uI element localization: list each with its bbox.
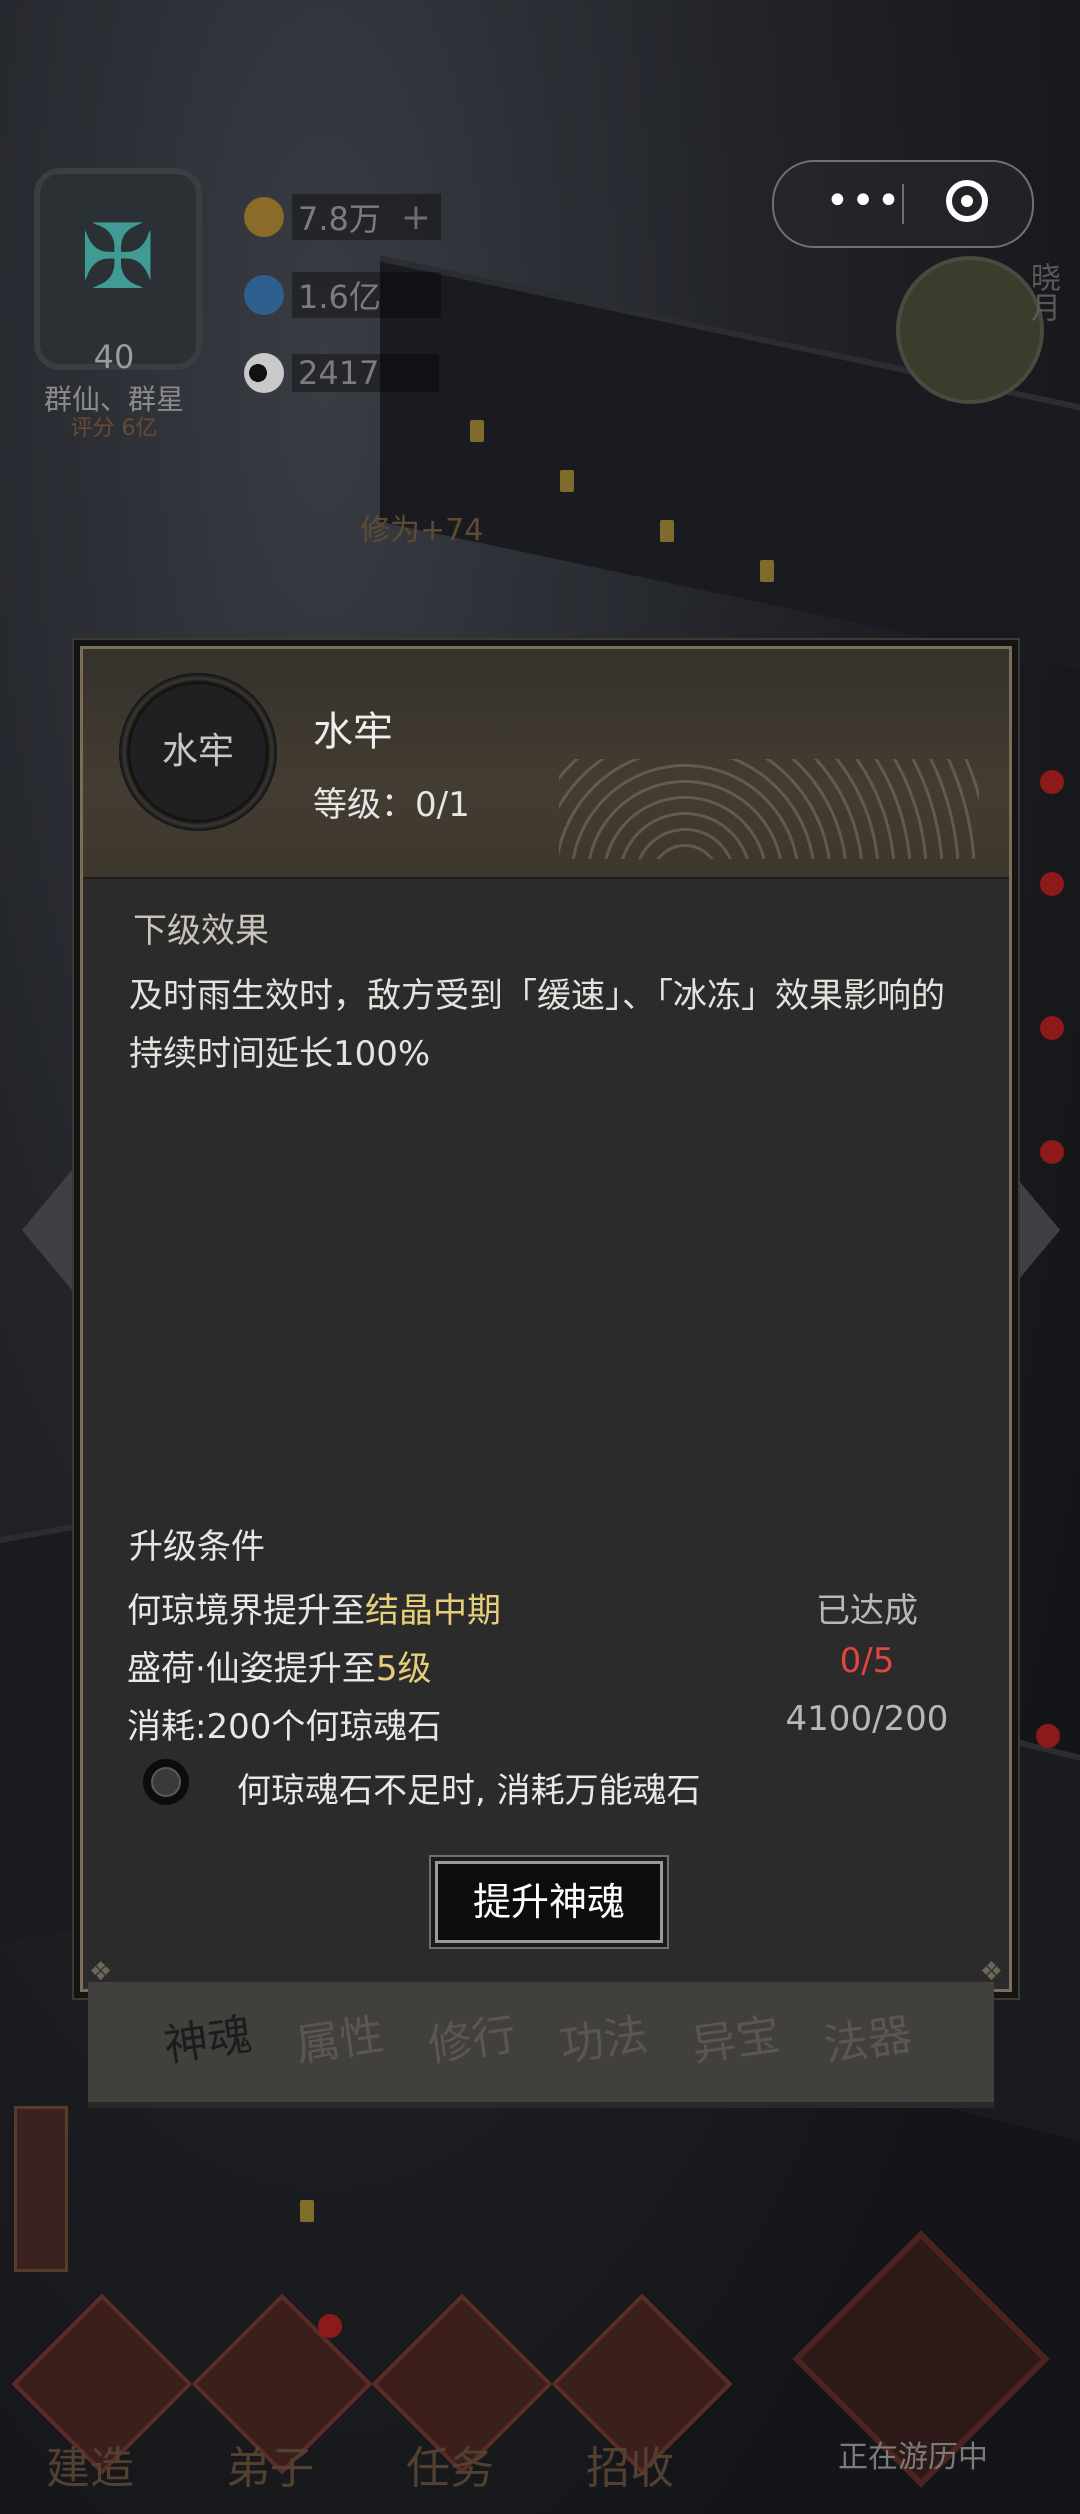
wave-pattern [559, 759, 979, 859]
condition-row: 何琼境界提升至结晶中期 已达成 [127, 1583, 967, 1639]
miniprogram-capsule: ••• [772, 160, 1034, 248]
close-miniprogram-icon[interactable] [946, 180, 988, 222]
notification-dot [1040, 872, 1064, 896]
condition-status: 4100/200 [785, 1699, 949, 1739]
resource-spirit-stone: 7.8万 + [244, 194, 441, 240]
lantern [560, 470, 574, 492]
capsule-divider [902, 184, 904, 224]
tab-techniques[interactable]: 功法 [544, 1996, 664, 2086]
condition-text: 盛荷·仙姿提升至5级 [127, 1649, 432, 1689]
skill-detail-modal: ❖ ❖ ❖ ❖ 水牢 水牢 等级：0/1 下级效果 及时雨生效时，敌方受到「缓速… [80, 646, 1012, 1992]
player-level: 40 [93, 338, 135, 376]
next-arrow-icon[interactable] [1010, 1170, 1060, 1290]
clock-label: 晓月 [1025, 262, 1060, 322]
sword-emblem-icon: ✠ [80, 205, 156, 310]
resource-value: 2417 [292, 354, 440, 392]
notification-dot [318, 2314, 342, 2338]
notification-dot [1036, 1724, 1060, 1748]
tab-soul[interactable]: 神魂 [148, 1996, 268, 2086]
notification-dot [1040, 1140, 1064, 1164]
scroll-icon[interactable] [14, 2106, 68, 2272]
tab-treasures[interactable]: 异宝 [676, 1996, 796, 2086]
nav-label: 建造 [46, 2443, 134, 2494]
crystal-icon [244, 275, 284, 315]
character-tab-bar: 神魂 属性 修行 功法 异宝 法器 [88, 1982, 994, 2108]
lantern [470, 420, 484, 442]
nav-tasks[interactable]: 任务 [360, 2293, 553, 2500]
more-menu-button[interactable]: ••• [814, 162, 914, 246]
tab-artifacts[interactable]: 法器 [808, 1996, 928, 2086]
tab-attributes[interactable]: 属性 [280, 1996, 400, 2086]
upgrade-conditions-title: 升级条件 [129, 1527, 265, 1567]
condition-row: 消耗:200个何琼魂石 4100/200 [127, 1699, 967, 1755]
nav-disciples[interactable]: 弟子 [180, 2293, 373, 2500]
condition-status: 已达成 [816, 1591, 918, 1631]
resource-crystal: 1.6亿 [244, 272, 441, 318]
condition-status: 0/5 [839, 1641, 895, 1681]
skill-icon: 水牢 [119, 673, 277, 831]
exp-gain-popup: 修为+74 [360, 513, 484, 548]
player-score: 评分 6亿 [70, 416, 158, 441]
skill-level: 等级：0/1 [313, 785, 470, 825]
notification-dot [1040, 1016, 1064, 1040]
condition-text: 何琼境界提升至结晶中期 [127, 1591, 501, 1631]
resource-taiji: 2417 [244, 350, 440, 396]
skill-header: 水牢 水牢 等级：0/1 [83, 649, 1009, 879]
nav-recruit[interactable]: 招收 [540, 2293, 733, 2500]
use-universal-stone-label[interactable]: 何琼魂石不足时, 消耗万能魂石 [237, 1763, 701, 1812]
travel-status: 正在游历中 [838, 2440, 988, 2475]
lantern [660, 520, 674, 542]
skill-icon-text: 水牢 [161, 731, 234, 772]
resource-value: 1.6亿 [292, 272, 441, 318]
prev-arrow-icon[interactable] [22, 1170, 72, 1290]
nav-label: 任务 [406, 2443, 494, 2494]
nav-build[interactable]: 建造 [0, 2293, 193, 2500]
condition-row: 盛荷·仙姿提升至5级 0/5 [127, 1641, 967, 1697]
tab-cultivation[interactable]: 修行 [412, 1996, 532, 2086]
next-effect-description: 及时雨生效时，敌方受到「缓速」、「冰冻」效果影响的持续时间延长100% [129, 976, 945, 1074]
spirit-stone-icon [244, 197, 284, 237]
notification-dot [1040, 770, 1064, 794]
upgrade-soul-button[interactable]: 提升神魂 [435, 1861, 663, 1943]
nav-label: 弟子 [226, 2443, 314, 2494]
skill-name: 水牢 [313, 709, 393, 755]
next-effect-title: 下级效果 [133, 911, 269, 951]
use-universal-stone-toggle[interactable] [143, 1759, 189, 1805]
condition-text: 消耗:200个何琼魂石 [127, 1707, 442, 1747]
lantern [760, 560, 774, 582]
yin-yang-icon [244, 353, 284, 393]
lantern [300, 2200, 314, 2222]
player-profile-badge[interactable]: ✠ 40 群仙、群星 评分 6亿 [14, 128, 214, 441]
add-resource-button[interactable]: + [401, 197, 431, 238]
nav-label: 招收 [586, 2443, 674, 2494]
